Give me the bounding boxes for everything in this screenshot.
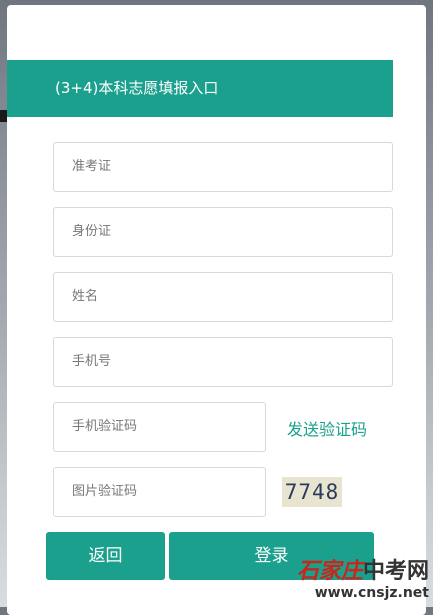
exam-id-input[interactable] [70,158,364,175]
login-card: (3+4)本科志愿填报入口 [7,5,426,615]
phone-input[interactable] [70,353,364,370]
image-code-field[interactable] [53,467,266,517]
sms-code-field[interactable] [53,402,266,452]
id-card-field[interactable] [53,207,393,257]
send-code-link[interactable]: 发送验证码 [287,416,367,440]
page-title: (3+4)本科志愿填报入口 [7,60,393,117]
name-input[interactable] [70,288,364,305]
id-card-input[interactable] [70,223,364,240]
exam-id-field[interactable] [53,142,393,192]
back-button[interactable]: 返回 [46,532,165,580]
phone-field[interactable] [53,337,393,387]
login-button[interactable]: 登录 [169,532,374,580]
name-field[interactable] [53,272,393,322]
image-code-input[interactable] [70,483,250,500]
sms-code-input[interactable] [70,418,250,435]
captcha-image[interactable]: 7748 [282,477,342,507]
